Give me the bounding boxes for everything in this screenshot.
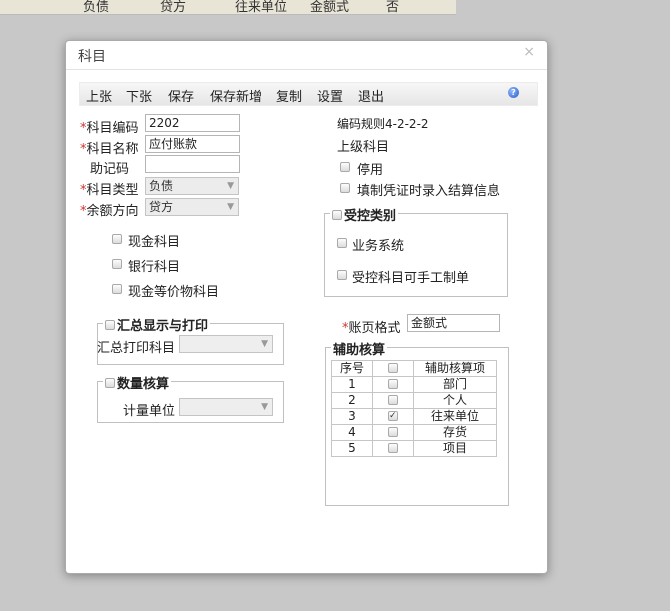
balance-direction-label: *余额方向 bbox=[80, 204, 139, 219]
parent-account-label: 上级科目 bbox=[337, 140, 390, 155]
manual-entry-label: 受控科目可手工制单 bbox=[352, 271, 470, 286]
table-header-row: 序号 辅助核算项 bbox=[331, 360, 497, 377]
bg-cell: 往来单位 bbox=[235, 0, 288, 15]
row-checkbox-cell[interactable] bbox=[372, 408, 414, 425]
disable-label: 停用 bbox=[357, 163, 384, 178]
row-checkbox[interactable] bbox=[388, 443, 398, 453]
row-item: 存货 bbox=[413, 424, 497, 441]
row-checkbox[interactable] bbox=[388, 395, 398, 405]
business-system-checkbox[interactable] bbox=[337, 238, 347, 248]
quantity-checkbox[interactable] bbox=[105, 378, 115, 388]
bg-cell: 贷方 bbox=[160, 0, 187, 15]
bg-cell: 否 bbox=[386, 0, 400, 15]
exit-button[interactable]: 退出 bbox=[358, 86, 384, 105]
row-item: 项目 bbox=[413, 440, 497, 457]
select-all-cell[interactable] bbox=[372, 360, 414, 377]
bank-label: 银行科目 bbox=[128, 260, 181, 275]
account-dialog: 科目 × 上张 下张 保存 保存新增 复制 设置 退出 ? *科目编码 2202… bbox=[65, 40, 548, 574]
column-header: 序号 bbox=[331, 360, 373, 377]
dialog-title: 科目 bbox=[78, 49, 106, 65]
toolbar: 上张 下张 保存 保存新增 复制 设置 退出 ? bbox=[79, 82, 538, 106]
mnemonic-input[interactable] bbox=[145, 155, 240, 173]
row-item: 个人 bbox=[413, 392, 497, 409]
controlled-category-checkbox[interactable] bbox=[332, 210, 342, 220]
summary-print-checkbox[interactable] bbox=[105, 320, 115, 330]
disable-checkbox[interactable] bbox=[340, 162, 350, 172]
row-checkbox-cell[interactable] bbox=[372, 424, 414, 441]
unit-label: 计量单位 bbox=[123, 404, 176, 419]
bg-cell: 金额式 bbox=[310, 0, 350, 15]
balance-direction-select[interactable]: 贷方 ▼ bbox=[145, 198, 239, 216]
name-input[interactable]: 应付账款 bbox=[145, 135, 240, 153]
row-number: 3 bbox=[331, 408, 373, 425]
table-row: 1 部门 bbox=[331, 376, 497, 393]
table-row: 5 项目 bbox=[331, 440, 497, 457]
row-checkbox-cell[interactable] bbox=[372, 376, 414, 393]
row-checkbox[interactable] bbox=[388, 409, 398, 424]
ledger-format-input[interactable]: 金额式 bbox=[407, 314, 500, 332]
column-header: 辅助核算项 bbox=[413, 360, 497, 377]
cash-label: 现金科目 bbox=[128, 235, 181, 250]
table-row: 4 存货 bbox=[331, 424, 497, 441]
quantity-legend: 数量核算 bbox=[103, 373, 172, 392]
bg-cell: 负债 bbox=[83, 0, 110, 15]
settings-button[interactable]: 设置 bbox=[317, 86, 343, 105]
type-select[interactable]: 负债 ▼ bbox=[145, 177, 239, 195]
chevron-down-icon: ▼ bbox=[227, 202, 234, 212]
chevron-down-icon: ▼ bbox=[261, 402, 268, 412]
row-number: 4 bbox=[331, 424, 373, 441]
row-number: 5 bbox=[331, 440, 373, 457]
cash-checkbox[interactable] bbox=[112, 234, 122, 244]
row-checkbox[interactable] bbox=[388, 427, 398, 437]
auxiliary-table: 序号 辅助核算项 1 部门 2 个人 3 往来单位 4 存货 5 项目 bbox=[331, 360, 497, 457]
bank-checkbox[interactable] bbox=[112, 259, 122, 269]
code-input[interactable]: 2202 bbox=[145, 114, 240, 132]
chevron-down-icon: ▼ bbox=[261, 339, 268, 349]
row-checkbox-cell[interactable] bbox=[372, 440, 414, 457]
prev-button[interactable]: 上张 bbox=[86, 86, 112, 105]
auxiliary-accounting-legend: 辅助核算 bbox=[331, 339, 388, 358]
row-number: 1 bbox=[331, 376, 373, 393]
help-icon[interactable]: ? bbox=[508, 87, 519, 98]
next-button[interactable]: 下张 bbox=[126, 86, 152, 105]
save-new-button[interactable]: 保存新增 bbox=[210, 86, 262, 105]
row-item: 部门 bbox=[413, 376, 497, 393]
close-icon[interactable]: × bbox=[523, 44, 535, 60]
code-label: *科目编码 bbox=[80, 121, 139, 136]
mnemonic-label: 助记码 bbox=[90, 162, 130, 177]
copy-button[interactable]: 复制 bbox=[276, 86, 302, 105]
name-label: *科目名称 bbox=[80, 142, 139, 157]
save-button[interactable]: 保存 bbox=[168, 86, 194, 105]
cash-equivalent-label: 现金等价物科目 bbox=[128, 285, 220, 300]
background-table-row: 负债 贷方 往来单位 金额式 否 bbox=[0, 0, 456, 15]
table-row: 2 个人 bbox=[331, 392, 497, 409]
type-label: *科目类型 bbox=[80, 183, 139, 198]
settle-info-label: 填制凭证时录入结算信息 bbox=[357, 184, 501, 199]
row-number: 2 bbox=[331, 392, 373, 409]
settle-info-checkbox[interactable] bbox=[340, 183, 350, 193]
select-all-checkbox[interactable] bbox=[388, 363, 398, 373]
row-item: 往来单位 bbox=[413, 408, 497, 425]
summary-print-legend: 汇总显示与打印 bbox=[103, 315, 211, 334]
coding-rule: 编码规则4-2-2-2 bbox=[337, 117, 429, 131]
table-row: 3 往来单位 bbox=[331, 408, 497, 425]
row-checkbox[interactable] bbox=[388, 379, 398, 389]
ledger-format-label: *账页格式 bbox=[342, 321, 401, 336]
summary-print-select[interactable]: ▼ bbox=[179, 335, 273, 353]
unit-select[interactable]: ▼ bbox=[179, 398, 273, 416]
row-checkbox-cell[interactable] bbox=[372, 392, 414, 409]
manual-entry-checkbox[interactable] bbox=[337, 270, 347, 280]
cash-equivalent-checkbox[interactable] bbox=[112, 284, 122, 294]
controlled-category-legend: 受控类别 bbox=[330, 205, 399, 224]
dialog-titlebar: 科目 × bbox=[66, 41, 547, 70]
chevron-down-icon: ▼ bbox=[227, 181, 234, 191]
business-system-label: 业务系统 bbox=[352, 239, 405, 254]
summary-print-label: 汇总打印科目 bbox=[97, 341, 176, 356]
